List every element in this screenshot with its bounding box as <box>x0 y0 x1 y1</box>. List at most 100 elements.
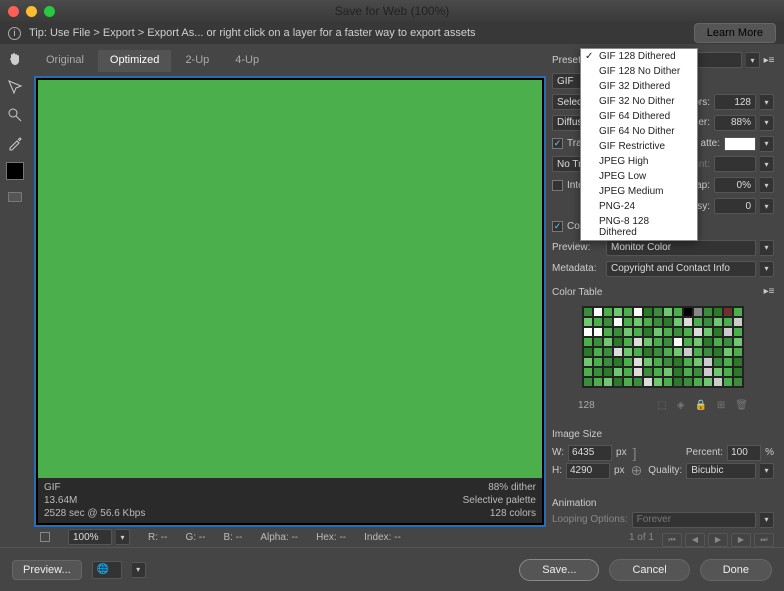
color-swatch[interactable] <box>593 347 603 357</box>
color-swatch[interactable] <box>583 317 593 327</box>
lock-color-icon[interactable]: 🔒 <box>694 400 706 411</box>
color-swatch[interactable] <box>673 347 683 357</box>
color-swatch[interactable] <box>643 327 653 337</box>
toggle-slices-icon[interactable] <box>8 192 22 202</box>
color-swatch[interactable] <box>653 367 663 377</box>
preset-option[interactable]: GIF Restrictive <box>581 139 697 154</box>
chevron-down-icon[interactable] <box>760 136 774 152</box>
learn-more-button[interactable]: Learn More <box>694 23 776 43</box>
color-swatch[interactable] <box>703 377 713 387</box>
color-swatch[interactable] <box>733 307 743 317</box>
zoom-select[interactable]: 100% <box>68 529 112 545</box>
color-swatch[interactable] <box>683 327 693 337</box>
done-button[interactable]: Done <box>700 559 772 581</box>
preview-select[interactable]: Monitor Color <box>606 240 756 256</box>
link-icon-2[interactable]: ⊕ <box>629 462 645 479</box>
color-swatch[interactable] <box>623 307 633 317</box>
color-swatch[interactable] <box>693 317 703 327</box>
preset-option[interactable]: PNG-24 <box>581 199 697 214</box>
save-button[interactable]: Save... <box>519 559 599 581</box>
color-swatch[interactable] <box>683 347 693 357</box>
color-swatch[interactable] <box>613 367 623 377</box>
srgb-checkbox[interactable] <box>552 221 563 232</box>
color-swatch[interactable] <box>693 327 703 337</box>
chevron-down-icon[interactable] <box>760 115 774 131</box>
color-swatch[interactable] <box>713 337 723 347</box>
color-swatch[interactable] <box>723 377 733 387</box>
color-swatch[interactable] <box>613 317 623 327</box>
color-swatch[interactable] <box>733 347 743 357</box>
color-swatch[interactable] <box>663 347 673 357</box>
color-swatch[interactable] <box>623 367 633 377</box>
preset-option[interactable]: JPEG High <box>581 154 697 169</box>
color-swatch[interactable] <box>643 377 653 387</box>
preview-canvas[interactable] <box>38 80 542 478</box>
new-color-icon[interactable]: ⊞ <box>717 400 725 411</box>
color-swatch[interactable] <box>693 367 703 377</box>
color-swatch[interactable] <box>653 327 663 337</box>
color-swatch[interactable] <box>583 367 593 377</box>
color-swatch[interactable] <box>633 337 643 347</box>
color-swatch[interactable] <box>693 337 703 347</box>
color-swatch[interactable] <box>723 367 733 377</box>
tab-4up[interactable]: 4-Up <box>223 50 271 72</box>
color-swatch[interactable] <box>613 357 623 367</box>
color-swatch[interactable] <box>723 317 733 327</box>
color-swatch[interactable] <box>703 347 713 357</box>
chevron-down-icon[interactable] <box>760 261 774 277</box>
zoom-window-button[interactable] <box>44 6 55 17</box>
color-swatch[interactable] <box>693 377 703 387</box>
chevron-down-icon[interactable] <box>116 529 130 545</box>
color-swatch[interactable] <box>613 327 623 337</box>
color-swatch[interactable] <box>713 317 723 327</box>
color-swatch[interactable] <box>633 377 643 387</box>
color-swatch[interactable] <box>713 347 723 357</box>
color-swatch[interactable] <box>623 317 633 327</box>
eyedropper-tool-icon[interactable] <box>6 134 24 152</box>
color-swatch[interactable] <box>643 367 653 377</box>
preset-option[interactable]: GIF 128 No Dither <box>581 64 697 79</box>
color-swatch[interactable] <box>593 377 603 387</box>
matte-swatch[interactable] <box>724 137 756 151</box>
browser-preview-select[interactable]: 🌐 <box>92 561 122 579</box>
color-swatch[interactable] <box>643 337 653 347</box>
color-table-grid[interactable] <box>582 306 744 388</box>
color-swatch[interactable] <box>653 357 663 367</box>
color-swatch[interactable] <box>593 367 603 377</box>
zoom-tool-icon[interactable] <box>6 106 24 124</box>
color-swatch[interactable] <box>703 317 713 327</box>
color-swatch[interactable] <box>723 347 733 357</box>
color-swatch[interactable] <box>623 377 633 387</box>
websnap-input[interactable]: 0% <box>714 177 756 193</box>
tab-original[interactable]: Original <box>34 50 96 72</box>
preset-option[interactable]: GIF 32 Dithered <box>581 79 697 94</box>
color-swatch[interactable] <box>633 307 643 317</box>
quality-select[interactable]: Bicubic <box>686 463 756 479</box>
tab-optimized[interactable]: Optimized <box>98 50 172 72</box>
color-swatch[interactable] <box>613 337 623 347</box>
color-swatch[interactable] <box>653 317 663 327</box>
preset-option[interactable]: GIF 128 Dithered <box>581 49 697 64</box>
chevron-down-icon[interactable] <box>760 463 774 479</box>
color-swatch[interactable] <box>633 317 643 327</box>
color-swatch[interactable] <box>663 367 673 377</box>
color-swatch[interactable] <box>733 327 743 337</box>
color-swatch[interactable] <box>673 317 683 327</box>
colors-input[interactable]: 128 <box>714 94 756 110</box>
color-swatch[interactable] <box>713 327 723 337</box>
metadata-select[interactable]: Copyright and Contact Info <box>606 261 756 277</box>
delete-color-icon[interactable]: 🗑 <box>735 400 748 411</box>
color-swatch[interactable] <box>723 357 733 367</box>
color-swatch[interactable] <box>713 307 723 317</box>
color-swatch[interactable] <box>653 347 663 357</box>
color-swatch[interactable] <box>583 347 593 357</box>
preset-option[interactable]: GIF 64 No Dither <box>581 124 697 139</box>
eyedropper-color-swatch[interactable] <box>6 162 24 180</box>
color-swatch[interactable] <box>613 377 623 387</box>
cancel-button[interactable]: Cancel <box>609 559 689 581</box>
color-swatch[interactable] <box>643 357 653 367</box>
color-swatch[interactable] <box>593 357 603 367</box>
preview-button[interactable]: Preview... <box>12 560 82 580</box>
color-swatch[interactable] <box>603 377 613 387</box>
color-swatch[interactable] <box>603 347 613 357</box>
